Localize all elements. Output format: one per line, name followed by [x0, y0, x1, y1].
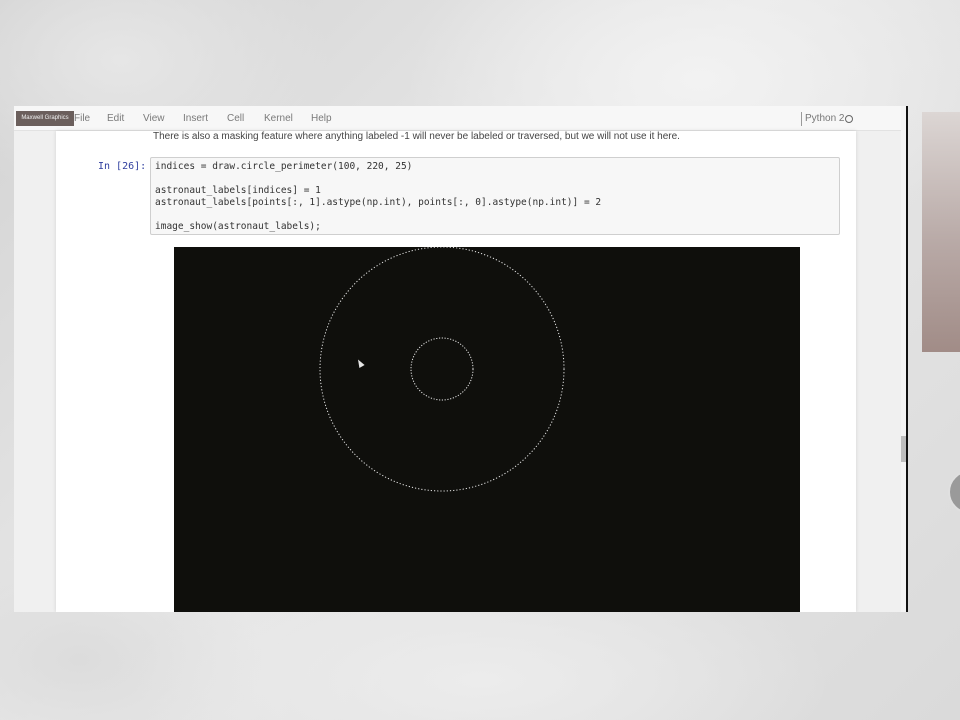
output-image — [174, 246, 800, 612]
cell-prompt: In [26]: — [98, 161, 147, 172]
code-line: astronaut_labels[indices] = 1 — [155, 185, 321, 196]
kernel-divider — [801, 112, 802, 126]
code-line: indices = draw.circle_perimeter(100, 220… — [155, 161, 413, 172]
markdown-cell-text: There is also a masking feature where an… — [153, 131, 680, 142]
code-line: image_show(astronaut_labels); — [155, 221, 321, 232]
menu-bar: Maxwell Graphics File Edit View Insert C… — [14, 106, 908, 131]
menu-view[interactable]: View — [143, 113, 165, 124]
menu-help[interactable]: Help — [311, 113, 332, 124]
app-badge[interactable]: Maxwell Graphics — [16, 111, 74, 126]
notebook-window: Maxwell Graphics File Edit View Insert C… — [14, 106, 908, 612]
menu-edit[interactable]: Edit — [107, 113, 124, 124]
large-circle-perimeter — [319, 246, 565, 492]
output-image-svg — [319, 246, 565, 492]
code-line: astronaut_labels[points[:, 1].astype(np.… — [155, 197, 602, 208]
menu-file[interactable]: File — [74, 113, 90, 124]
small-circle-perimeter — [410, 337, 474, 401]
notebook-area: There is also a masking feature where an… — [14, 131, 908, 612]
window-edge-line — [906, 106, 908, 612]
kernel-name: Python 2 — [805, 113, 845, 124]
notebook-page: There is also a masking feature where an… — [56, 131, 856, 612]
menu-insert[interactable]: Insert — [183, 113, 208, 124]
kernel-idle-circle-icon — [845, 115, 853, 123]
menu-kernel[interactable]: Kernel — [264, 113, 293, 124]
menu-cell[interactable]: Cell — [227, 113, 244, 124]
background-window-edge — [922, 112, 960, 352]
code-cell[interactable]: indices = draw.circle_perimeter(100, 220… — [150, 157, 840, 235]
